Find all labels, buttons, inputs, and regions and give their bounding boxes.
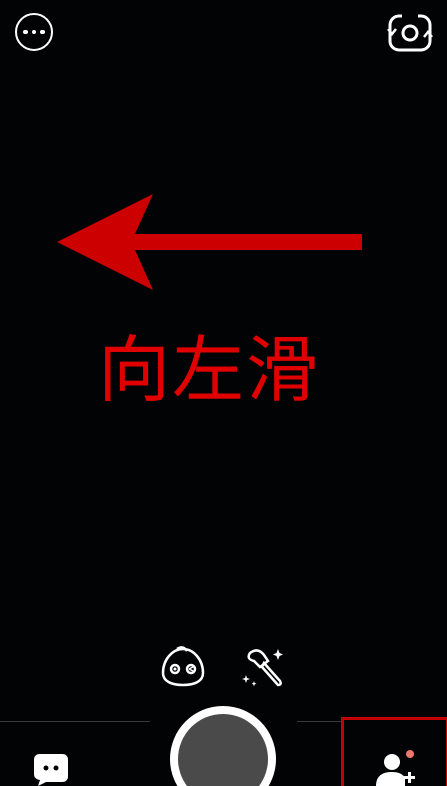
swipe-left-arrow [57,194,362,290]
chat-button[interactable] [32,752,70,786]
more-dot [23,29,28,35]
notification-dot [406,750,414,758]
more-options-button[interactable] [15,13,53,51]
shutter-inner [178,714,268,786]
camera-flip-icon [387,14,433,52]
face-lens-icon [161,646,205,687]
chat-bubble-icon [34,754,68,786]
beauty-button[interactable] [240,645,288,689]
more-dot [31,29,37,35]
bottom-divider [0,721,150,722]
bottom-divider [297,721,343,722]
swipe-hint-text: 向左滑 [98,328,321,412]
camera-screen: 向左滑 [0,0,447,786]
more-dot [40,29,45,35]
beauty-brush-icon [242,649,283,687]
add-friend-icon [376,750,415,786]
shutter-button[interactable] [170,706,276,786]
face-lens-button[interactable] [159,645,207,689]
add-friend-button[interactable] [372,748,418,786]
camera-flip-button[interactable] [386,12,434,54]
